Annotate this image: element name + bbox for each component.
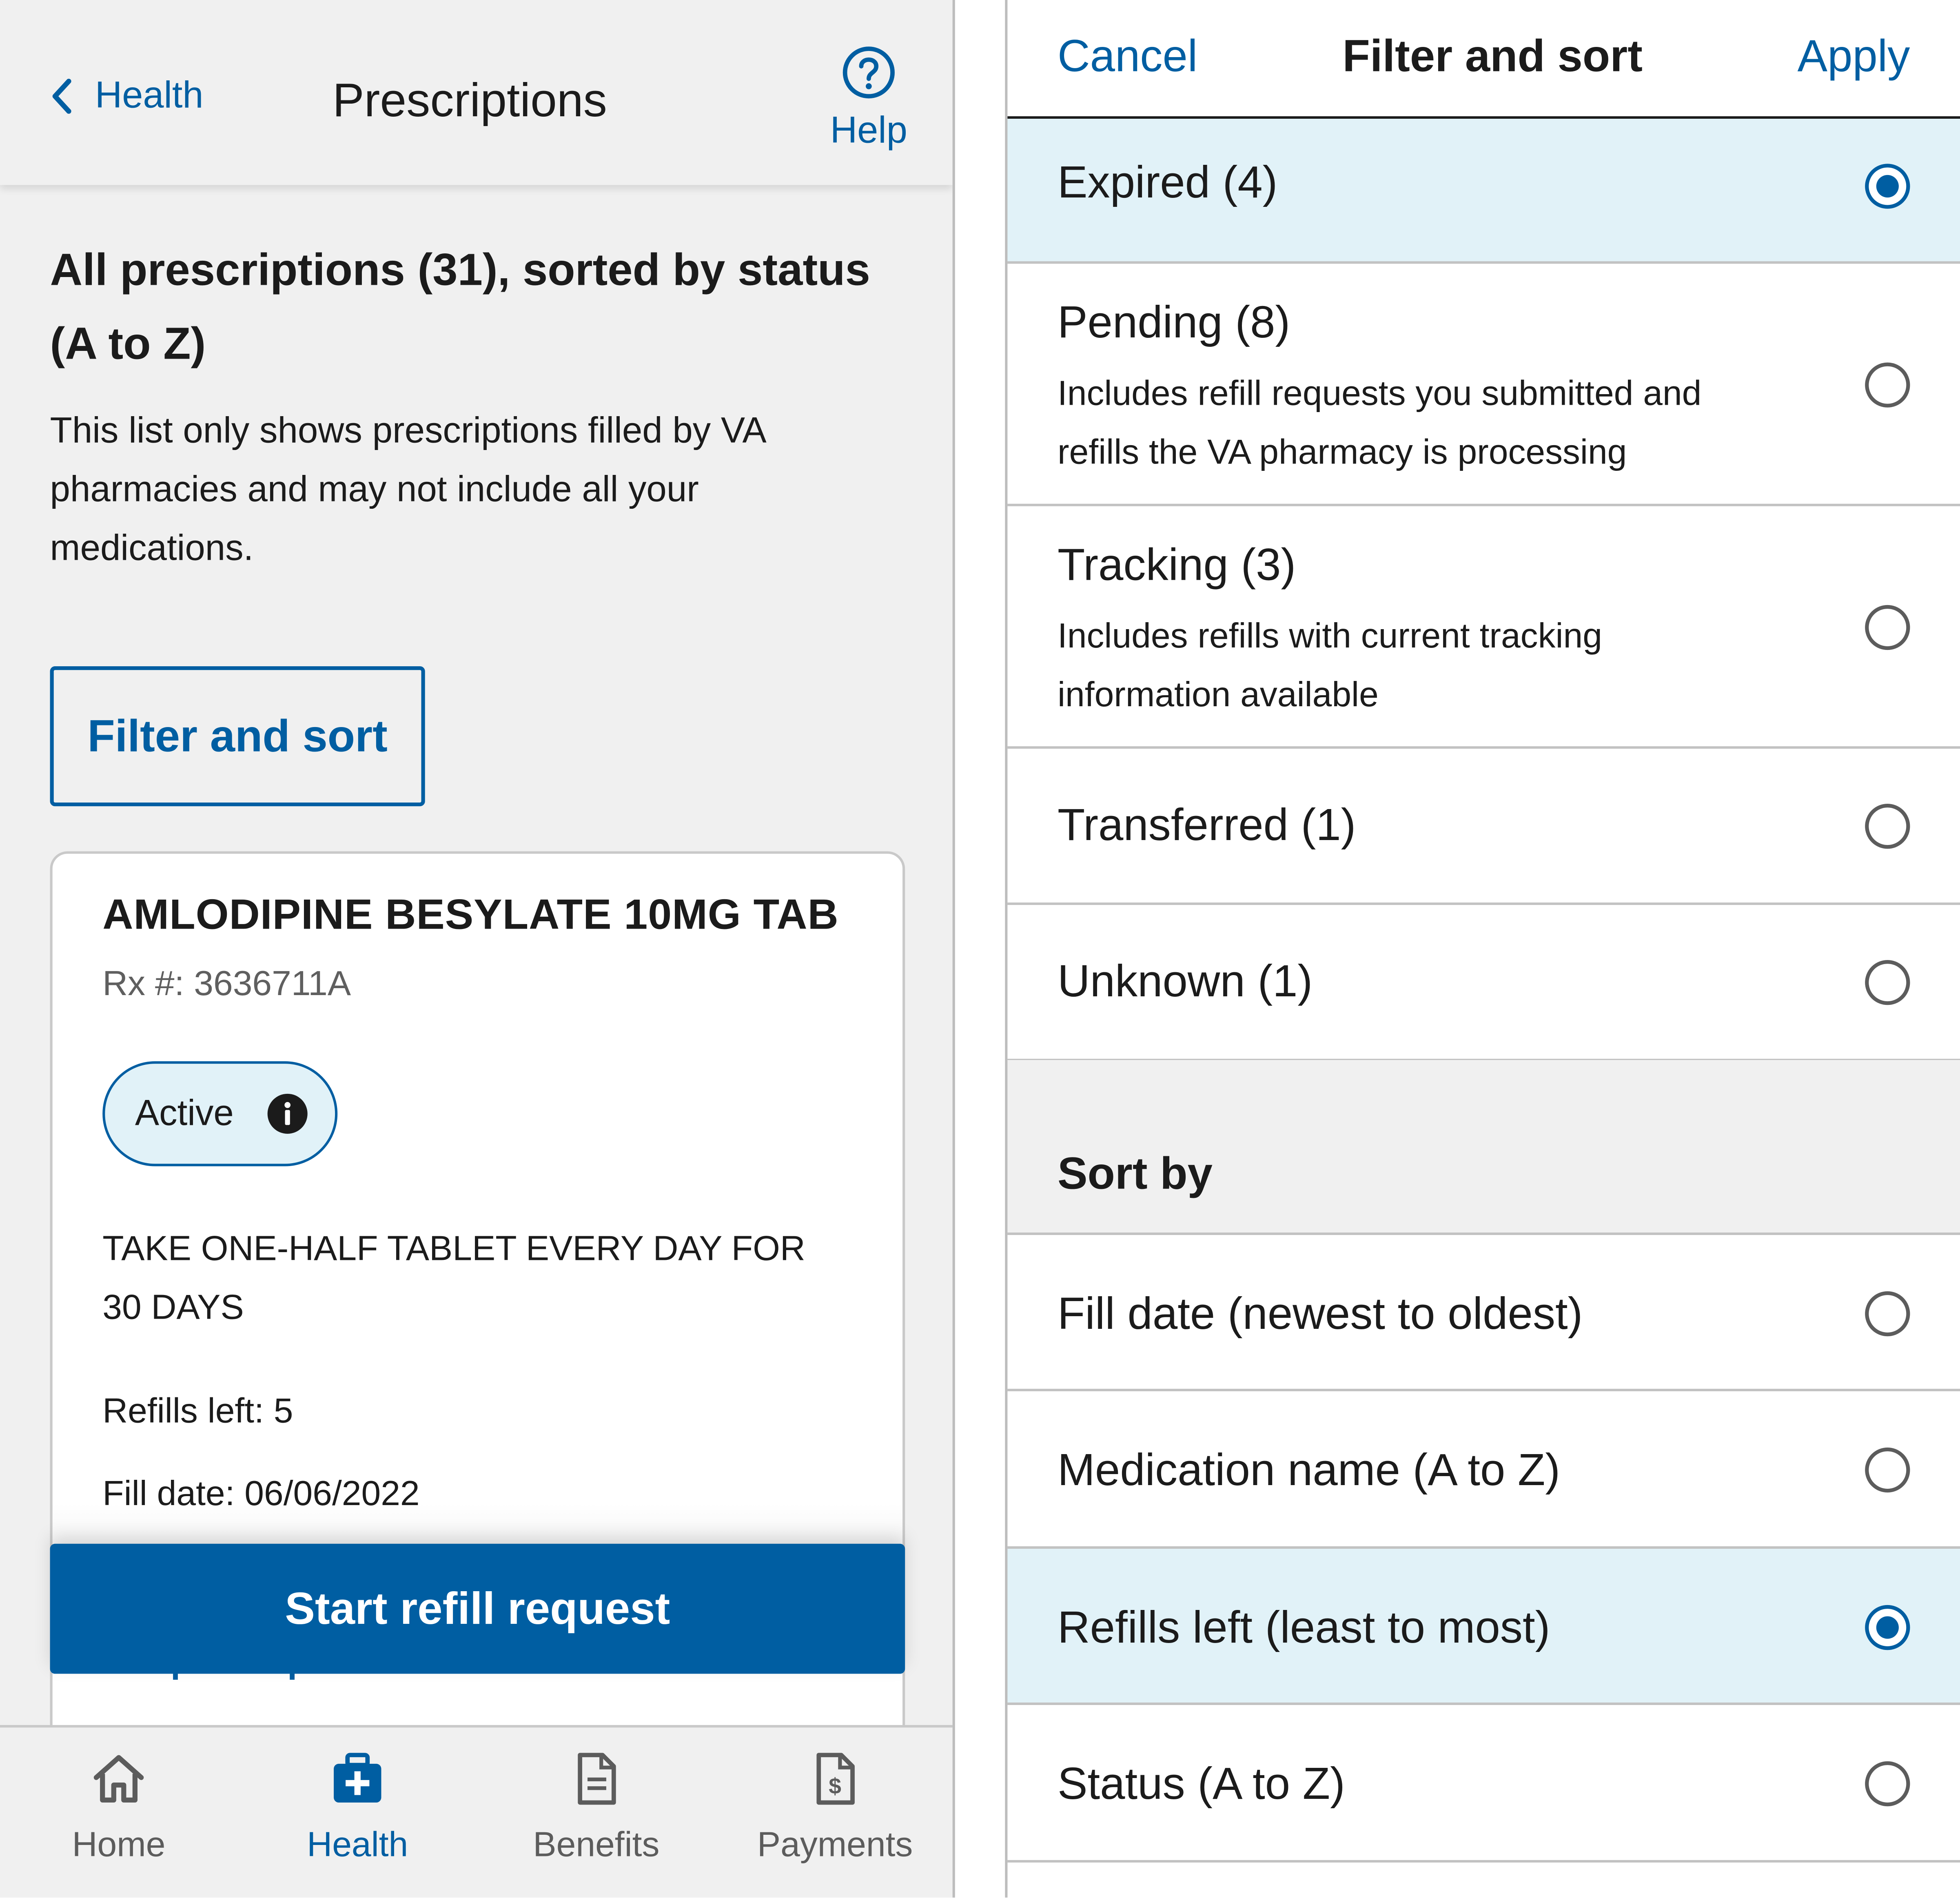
info-text: This list only shows prescriptions fille… [50, 411, 765, 569]
radio-selected-icon[interactable] [1865, 164, 1910, 209]
radio-unselected-icon[interactable] [1865, 1447, 1910, 1493]
refills-left: Refills left: 5 [102, 1391, 293, 1430]
status-label: Active [135, 1093, 234, 1133]
tab-health-label: Health [307, 1825, 408, 1864]
apply-button[interactable]: Apply [1798, 30, 1910, 83]
chevron-left-icon [52, 79, 71, 114]
tab-payments-label: Payments [757, 1825, 913, 1864]
back-label: Health [95, 75, 204, 116]
modal-title: Filter and sort [1342, 30, 1643, 82]
filter-option-transferred[interactable]: Transferred (1) [1007, 749, 1960, 905]
medkit-icon [334, 1753, 381, 1803]
radio-unselected-icon[interactable] [1865, 1761, 1910, 1807]
sort-by-heading: Sort by [1057, 1147, 1213, 1199]
tab-health[interactable]: Health [239, 1750, 476, 1865]
modal-header: Cancel Filter and sort Apply [1007, 0, 1960, 119]
radio-unselected-icon[interactable] [1865, 960, 1910, 1005]
help-icon [843, 47, 895, 99]
rx-number: Rx #: 3636711A [102, 964, 351, 1003]
page-title: Prescriptions [332, 75, 607, 128]
back-button[interactable]: Health [47, 75, 204, 118]
filter-option-expired[interactable]: Expired (4) [1007, 119, 1960, 264]
dosage-instructions: TAKE ONE-HALF TABLET EVERY DAY FOR 30 DA… [102, 1228, 805, 1326]
help-button[interactable]: Help [825, 45, 912, 152]
option-label: Fill date (newest to oldest) [1057, 1287, 1583, 1339]
medication-name: AMLODIPINE BESYLATE 10MG TAB [102, 891, 839, 939]
filter-option-unknown[interactable]: Unknown (1) [1007, 905, 1960, 1062]
option-label: Tracking (3) [1057, 539, 1296, 590]
info-icon [267, 1093, 308, 1134]
svg-text:$: $ [829, 1774, 841, 1799]
start-refill-button[interactable]: Start refill request [50, 1543, 905, 1674]
option-label: Unknown (1) [1057, 955, 1313, 1007]
radio-unselected-icon[interactable] [1865, 605, 1910, 650]
option-label: Pending (8) [1057, 296, 1290, 348]
sort-option-refills-left[interactable]: Refills left (least to most) [1007, 1549, 1960, 1705]
home-icon [93, 1755, 144, 1803]
dollar-document-icon: $ [816, 1753, 855, 1805]
filter-sort-screen: Cancel Filter and sort Apply Expired (4)… [1005, 0, 1960, 1898]
option-label: Refills left (least to most) [1057, 1601, 1550, 1653]
option-label: Medication name (A to Z) [1057, 1443, 1561, 1495]
radio-unselected-icon[interactable] [1865, 362, 1910, 408]
option-label: Status (A to Z) [1057, 1757, 1345, 1809]
top-nav-bar: Health Prescriptions Help [0, 0, 953, 185]
radio-selected-icon[interactable] [1865, 1605, 1910, 1650]
filter-and-sort-button[interactable]: Filter and sort [50, 666, 425, 807]
tab-home[interactable]: Home [0, 1750, 237, 1865]
tab-benefits[interactable]: Benefits [477, 1750, 715, 1865]
cancel-button[interactable]: Cancel [1058, 30, 1197, 83]
radio-unselected-icon[interactable] [1865, 804, 1910, 849]
status-badge[interactable]: Active [102, 1061, 338, 1166]
tab-home-label: Home [72, 1825, 166, 1864]
filter-option-tracking[interactable]: Tracking (3) Includes refills with curre… [1007, 506, 1960, 749]
tab-benefits-label: Benefits [533, 1825, 660, 1864]
sort-by-section: Sort by [1007, 1060, 1960, 1235]
prescriptions-heading: All prescriptions (31), sorted by status… [50, 244, 870, 369]
filter-option-pending[interactable]: Pending (8) Includes refill requests you… [1007, 264, 1960, 506]
sort-option-fill-date[interactable]: Fill date (newest to oldest) [1007, 1235, 1960, 1392]
sort-option-status[interactable]: Status (A to Z) [1007, 1705, 1960, 1863]
sort-option-medication-name[interactable]: Medication name (A to Z) [1007, 1391, 1960, 1549]
option-label: Expired (4) [1057, 156, 1278, 208]
prescriptions-screen: Health Prescriptions Help All prescripti… [0, 0, 955, 1898]
option-description: Includes refills with current tracking i… [1057, 616, 1602, 714]
option-label: Transferred (1) [1057, 798, 1356, 850]
bottom-tab-bar: Home Health Benefits $ Payments [0, 1725, 953, 1898]
option-description: Includes refill requests you submitted a… [1057, 374, 1702, 472]
tab-payments[interactable]: $ Payments [716, 1750, 953, 1865]
help-label: Help [830, 110, 907, 151]
document-icon [578, 1753, 616, 1805]
radio-unselected-icon[interactable] [1865, 1291, 1910, 1337]
